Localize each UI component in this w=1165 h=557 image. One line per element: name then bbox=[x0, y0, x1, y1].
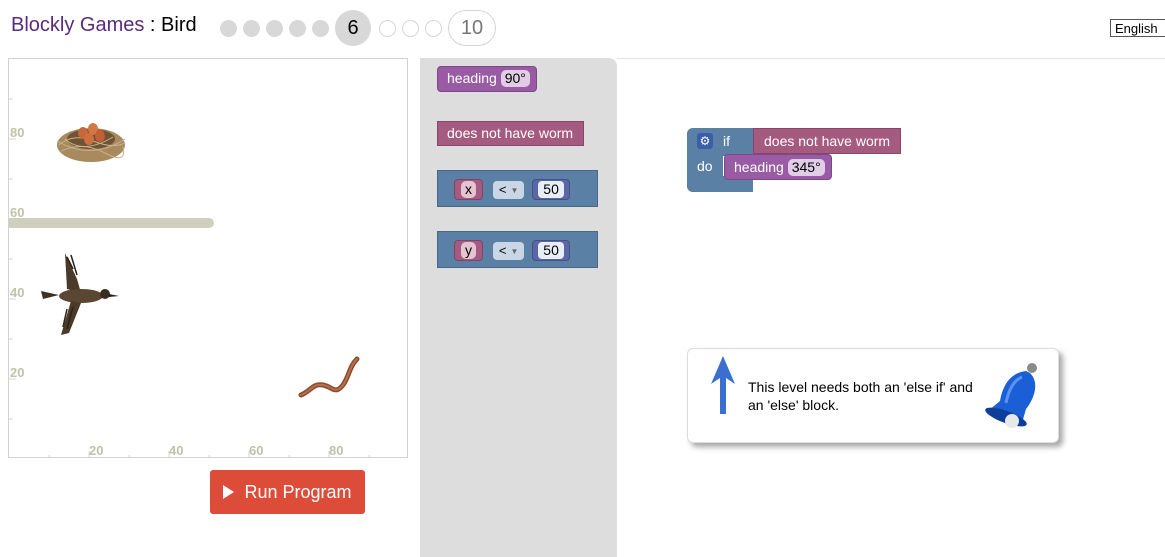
flyout-compare-x-block[interactable]: x < ▼ 50 bbox=[437, 170, 598, 207]
y-operator-dropdown[interactable]: < ▼ bbox=[492, 242, 525, 261]
hint-text: This level needs both an 'else if' and a… bbox=[748, 379, 973, 413]
current-level-button[interactable]: 6 bbox=[335, 10, 371, 46]
condition-label: does not have worm bbox=[764, 133, 891, 149]
arrow-up-icon bbox=[711, 356, 735, 414]
level-4-dot[interactable] bbox=[289, 19, 306, 37]
x-variable-dropdown[interactable]: x bbox=[454, 179, 483, 200]
level-8-dot[interactable] bbox=[402, 19, 419, 37]
game-name: Bird bbox=[161, 14, 197, 36]
x-number-block[interactable]: 50 bbox=[532, 179, 570, 200]
level-3-dot[interactable] bbox=[266, 19, 283, 37]
play-icon bbox=[223, 485, 235, 499]
y-tick-40: 40 bbox=[10, 285, 25, 300]
if-label: if bbox=[723, 133, 730, 149]
x-operator-value: < bbox=[498, 182, 507, 197]
y-tick-20: 20 bbox=[10, 365, 25, 380]
page-title: Blockly Games : Bird bbox=[11, 14, 197, 37]
x-variable-value: x bbox=[461, 181, 476, 198]
level-9-dot[interactable] bbox=[425, 19, 442, 37]
level-selector: 6 10 bbox=[220, 9, 502, 47]
workspace-border bbox=[617, 58, 1165, 59]
last-level-button[interactable]: 10 bbox=[448, 10, 496, 46]
brand-link[interactable]: Blockly Games bbox=[11, 14, 144, 36]
y-tick-80: 80 bbox=[10, 125, 25, 140]
language-select[interactable]: English bbox=[1110, 19, 1165, 37]
level-5-dot[interactable] bbox=[312, 19, 329, 37]
run-program-label: Run Program bbox=[244, 481, 352, 502]
x-tick-20: 20 bbox=[89, 443, 104, 458]
x-tick-60: 60 bbox=[249, 443, 264, 458]
y-number-block[interactable]: 50 bbox=[532, 240, 570, 261]
chevron-down-icon: ▼ bbox=[510, 186, 519, 196]
bird-icon bbox=[41, 253, 119, 335]
x-tick-80: 80 bbox=[329, 443, 344, 458]
title-separator: : bbox=[144, 14, 162, 36]
flyout-no-worm-block[interactable]: does not have worm bbox=[437, 121, 585, 146]
level-7-dot[interactable] bbox=[379, 19, 396, 37]
hint-bubble: This level needs both an 'else if' and a… bbox=[687, 348, 1059, 443]
run-program-button[interactable]: Run Program bbox=[210, 470, 365, 514]
y-number-value[interactable]: 50 bbox=[538, 242, 564, 259]
do-label: do bbox=[697, 158, 713, 174]
x-tick-40: 40 bbox=[169, 443, 184, 458]
level-1-dot[interactable] bbox=[220, 19, 237, 37]
heading-block-label: heading bbox=[447, 70, 497, 86]
game-canvas: 80 60 40 20 20 40 60 80 bbox=[8, 58, 408, 458]
no-worm-block-label: does not have worm bbox=[447, 125, 574, 141]
worm-icon bbox=[298, 356, 360, 398]
workspace-heading-angle-field[interactable]: 345° bbox=[787, 159, 825, 176]
heading-angle-field[interactable]: 90° bbox=[500, 70, 530, 87]
y-variable-value: y bbox=[461, 242, 476, 259]
gear-icon[interactable]: ⚙ bbox=[697, 133, 713, 149]
flyout-compare-y-block[interactable]: y < ▼ 50 bbox=[437, 231, 598, 268]
y-variable-dropdown[interactable]: y bbox=[454, 240, 483, 261]
level-2-dot[interactable] bbox=[243, 19, 260, 37]
nest-icon bbox=[56, 123, 126, 162]
chevron-down-icon: ▼ bbox=[510, 247, 519, 257]
workspace-heading-block[interactable]: heading 345° bbox=[724, 154, 832, 180]
if-condition-no-worm-block[interactable]: does not have worm bbox=[753, 128, 902, 154]
bell-icon[interactable] bbox=[982, 359, 1046, 429]
wall bbox=[9, 218, 214, 228]
flyout-heading-block[interactable]: heading 90° bbox=[437, 66, 537, 92]
x-number-value[interactable]: 50 bbox=[538, 181, 564, 198]
x-operator-dropdown[interactable]: < ▼ bbox=[492, 181, 525, 200]
workspace-heading-label: heading bbox=[734, 159, 784, 175]
y-operator-value: < bbox=[498, 243, 507, 258]
